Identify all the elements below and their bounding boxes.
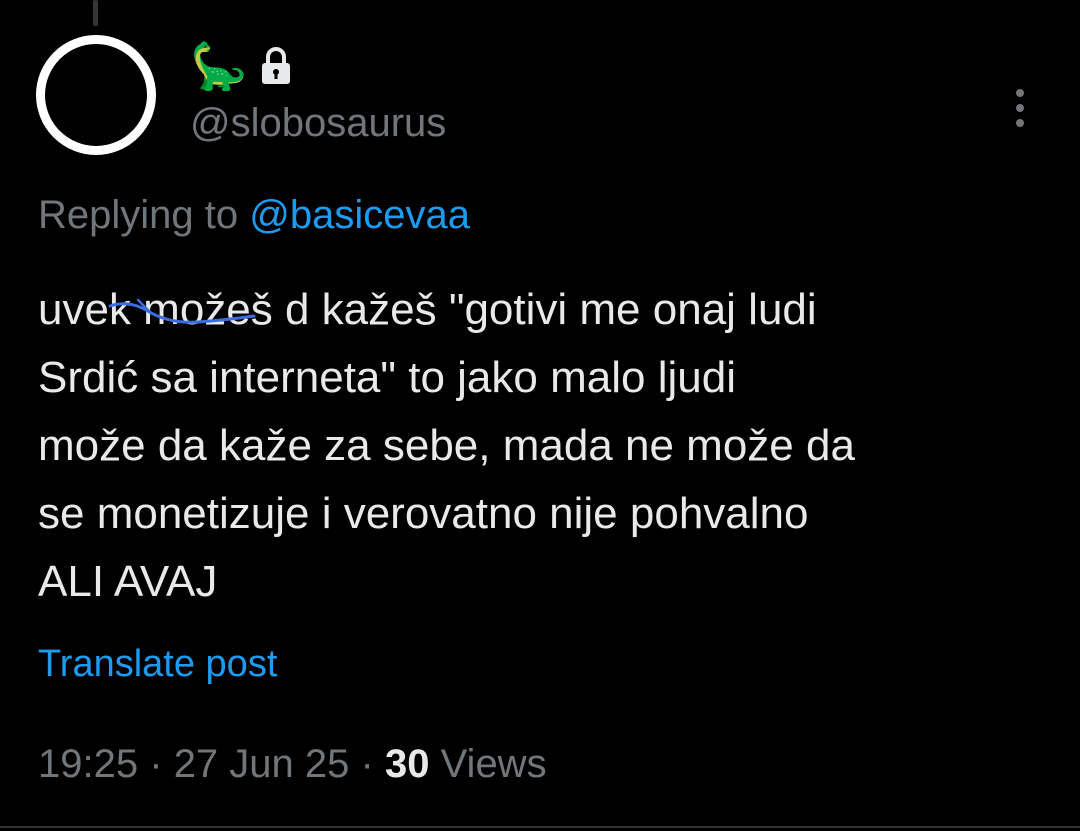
divider bbox=[0, 826, 1080, 828]
replying-to-line: Replying to @basicevaa bbox=[38, 192, 470, 238]
author-display-name[interactable]: 🦕 bbox=[190, 43, 247, 89]
thread-connector-line bbox=[93, 0, 98, 26]
avatar[interactable] bbox=[36, 35, 156, 155]
post-metadata: 19:25 · 27 Jun 25 · 30 Views bbox=[38, 741, 547, 787]
post-text-line: Srdić sa interneta" to jako malo ljudi bbox=[38, 353, 736, 402]
views-label: Views bbox=[440, 742, 547, 786]
author-name-row[interactable]: 🦕 bbox=[190, 40, 293, 92]
replying-to-handle-link[interactable]: @basicevaa bbox=[249, 193, 470, 237]
post-text-line: se monetizuje i verovatno nije pohvalno bbox=[38, 489, 809, 538]
post-text-line: ALI AVAJ bbox=[38, 557, 218, 606]
views-count: 30 bbox=[384, 742, 430, 786]
post-time[interactable]: 19:25 bbox=[38, 742, 138, 786]
post-date[interactable]: 27 Jun 25 bbox=[174, 742, 350, 786]
meta-separator: · bbox=[149, 742, 163, 786]
translate-post-link[interactable]: Translate post bbox=[38, 642, 277, 686]
author-handle[interactable]: @slobosaurus bbox=[190, 100, 446, 146]
more-options-button[interactable] bbox=[1000, 88, 1040, 128]
lock-icon bbox=[262, 47, 291, 84]
meta-separator: · bbox=[360, 742, 374, 786]
replying-to-label: Replying to bbox=[38, 193, 239, 237]
post-text-line: može da kaže za sebe, mada ne može da bbox=[38, 421, 855, 470]
post-text: uvek možeš d kažeš "gotivi me onaj ludi … bbox=[38, 276, 1048, 616]
post-text-line: uvek možeš d kažeš "gotivi me onaj ludi bbox=[38, 285, 817, 334]
more-vertical-icon bbox=[1016, 89, 1024, 127]
